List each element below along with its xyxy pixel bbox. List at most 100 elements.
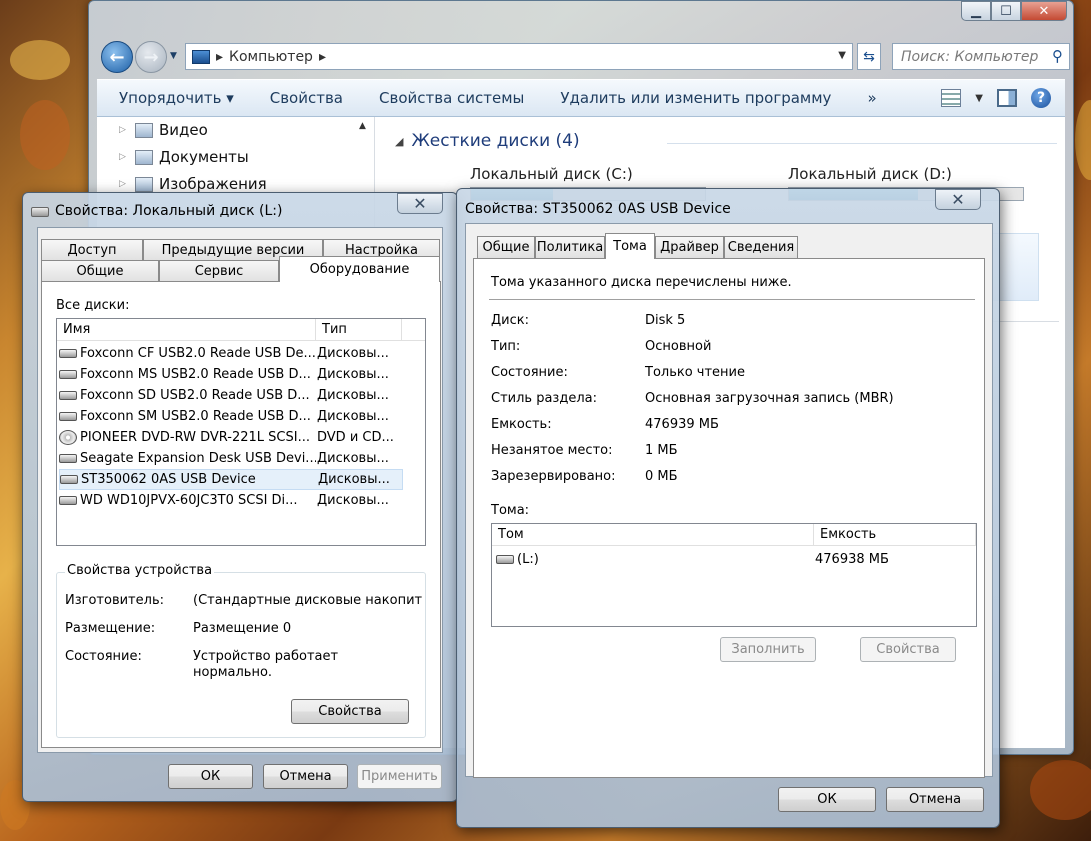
tree-item-label: Документы xyxy=(159,148,249,166)
breadcrumb-chevron-icon[interactable]: ▸ xyxy=(216,49,223,65)
address-dropdown-icon[interactable]: ▼ xyxy=(838,50,846,61)
capacity-label: Емкость: xyxy=(491,417,552,432)
wallpaper-leaf xyxy=(1075,100,1091,180)
drive-icon xyxy=(496,555,514,564)
tab-policies[interactable]: Политика xyxy=(535,236,605,258)
drive-icon xyxy=(59,349,77,358)
hardware-panel: Все диски: Имя Тип Foxconn CF USB2.0 Rea… xyxy=(41,281,441,748)
tab-details[interactable]: Сведения xyxy=(724,236,798,258)
ok-button[interactable]: ОК xyxy=(168,764,253,789)
scroll-up-icon[interactable]: ▲ xyxy=(359,121,366,131)
recent-pages-dropdown[interactable]: ▼ xyxy=(170,51,177,61)
ok-button[interactable]: ОК xyxy=(778,787,876,812)
drive-icon xyxy=(59,391,77,400)
disk-row[interactable]: Foxconn SM USB2.0 Reade USB D... Дисковы… xyxy=(59,406,403,427)
column-header-capacity[interactable]: Емкость xyxy=(814,524,976,546)
expand-icon[interactable]: ▷ xyxy=(119,125,129,135)
tree-item-videos[interactable]: ▷ Видео xyxy=(119,121,208,139)
search-icon[interactable]: ⚲ xyxy=(1052,47,1063,65)
breadcrumb-chevron-icon[interactable]: ▸ xyxy=(319,49,326,65)
disk-d-label[interactable]: Локальный диск (D:) xyxy=(788,165,952,183)
close-button[interactable]: ✕ xyxy=(397,193,443,214)
disk-c-label[interactable]: Локальный диск (C:) xyxy=(470,165,633,183)
manufacturer-value: (Стандартные дисковые накопит xyxy=(193,593,423,608)
disk-row-selected[interactable]: ST350062 0AS USB Device Дисковы... xyxy=(59,469,403,490)
group-title: Свойства устройства xyxy=(65,563,215,578)
device-properties-button[interactable]: Свойства xyxy=(291,699,409,724)
status-label: Состояние: xyxy=(491,365,568,380)
wallpaper-leaf xyxy=(1030,760,1091,820)
disk-label: Диск: xyxy=(491,313,529,328)
column-header-volume[interactable]: Том xyxy=(492,524,814,546)
disk-row[interactable]: Seagate Expansion Desk USB Devi... Диско… xyxy=(59,448,403,469)
hard-disks-group-header[interactable]: ◢ Жесткие диски (4) xyxy=(395,131,580,151)
system-properties-button[interactable]: Свойства системы xyxy=(379,89,524,107)
properties-button[interactable]: Свойства xyxy=(270,89,343,107)
disk-row-type: Дисковы... xyxy=(317,493,389,508)
view-dropdown-icon[interactable]: ▼ xyxy=(975,93,983,104)
tab-volumes[interactable]: Тома xyxy=(605,233,655,259)
breadcrumb-computer[interactable]: Компьютер xyxy=(229,49,313,65)
populate-button[interactable]: Заполнить xyxy=(720,637,816,662)
disk-row-name: Foxconn SD USB2.0 Reade USB D... xyxy=(80,388,310,403)
disk-row[interactable]: WD WD10JPVX-60JC3T0 SCSI Di... Дисковы..… xyxy=(59,490,403,511)
tree-item-pictures[interactable]: ▷ Изображения xyxy=(119,175,267,193)
unallocated-value: 1 МБ xyxy=(645,443,678,458)
tab-sharing[interactable]: Доступ xyxy=(41,239,143,261)
expand-icon[interactable]: ▷ xyxy=(119,179,129,189)
group-divider xyxy=(667,143,1057,144)
disk-list[interactable]: Имя Тип Foxconn CF USB2.0 Reade USB De..… xyxy=(56,318,426,546)
more-commands-button[interactable]: » xyxy=(867,89,876,107)
apply-button[interactable]: Применить xyxy=(357,764,442,789)
preview-pane-icon[interactable] xyxy=(997,89,1017,107)
column-header-type[interactable]: Тип xyxy=(316,319,402,341)
tab-general[interactable]: Общие xyxy=(477,236,535,258)
close-button[interactable]: ✕ xyxy=(935,189,981,210)
maximize-button[interactable]: ☐ xyxy=(991,1,1021,21)
disk-row[interactable]: Foxconn CF USB2.0 Reade USB De... Дисков… xyxy=(59,343,403,364)
expand-icon[interactable]: ▷ xyxy=(119,152,129,162)
back-button[interactable]: ← xyxy=(101,41,133,73)
minimize-button[interactable]: ▁ xyxy=(961,1,991,21)
disk-row-type: Дисковы... xyxy=(317,409,389,424)
disk-row[interactable]: Foxconn SD USB2.0 Reade USB D... Дисковы… xyxy=(59,385,403,406)
forward-button[interactable]: → xyxy=(135,41,167,73)
search-input[interactable]: Поиск: Компьютер ⚲ xyxy=(892,43,1070,70)
disk-row[interactable]: Foxconn MS USB2.0 Reade USB D... Дисковы… xyxy=(59,364,403,385)
disk-row-type: Дисковы... xyxy=(317,346,389,361)
disk-row-name: WD WD10JPVX-60JC3T0 SCSI Di... xyxy=(80,493,298,508)
change-view-icon[interactable] xyxy=(941,89,962,107)
drive-icon xyxy=(59,412,77,421)
organize-button[interactable]: Упорядочить ▾ xyxy=(119,89,234,107)
close-button[interactable]: ✕ xyxy=(1021,1,1067,21)
column-header-name[interactable]: Имя xyxy=(57,319,316,341)
tab-tools[interactable]: Сервис xyxy=(159,260,279,282)
cancel-button[interactable]: Отмена xyxy=(886,787,984,812)
refresh-button[interactable]: ⇆ xyxy=(857,43,881,70)
address-bar[interactable]: ▸ Компьютер ▸ ▼ xyxy=(185,43,853,70)
uninstall-program-button[interactable]: Удалить или изменить программу xyxy=(560,89,831,107)
capacity-value: 476939 МБ xyxy=(645,417,719,432)
disk-row-type: Дисковы... xyxy=(317,451,389,466)
disk-row-name: ST350062 0AS USB Device xyxy=(81,472,256,487)
location-label: Размещение: xyxy=(65,621,156,636)
collapse-icon[interactable]: ◢ xyxy=(395,135,403,148)
volumes-list[interactable]: Том Емкость (L:) 476938 МБ xyxy=(491,523,977,627)
wallpaper-leaf xyxy=(10,40,70,80)
tab-general[interactable]: Общие xyxy=(41,260,159,282)
manufacturer-label: Изготовитель: xyxy=(65,593,164,608)
disk-row-type: Дисковы... xyxy=(317,388,389,403)
help-icon[interactable]: ? xyxy=(1031,88,1051,108)
tab-hardware[interactable]: Оборудование xyxy=(279,256,440,282)
disk-row[interactable]: PIONEER DVD-RW DVR-221L SCSI... DVD и CD… xyxy=(59,427,403,448)
cancel-button[interactable]: Отмена xyxy=(263,764,348,789)
tab-driver[interactable]: Драйвер xyxy=(655,236,724,258)
divider xyxy=(489,299,975,300)
tree-item-documents[interactable]: ▷ Документы xyxy=(119,148,249,166)
pictures-folder-icon xyxy=(135,176,153,192)
partition-style-label: Стиль раздела: xyxy=(491,391,597,406)
volume-name: (L:) xyxy=(517,552,539,567)
volume-row[interactable]: (L:) 476938 МБ xyxy=(496,549,974,570)
volume-properties-button[interactable]: Свойства xyxy=(860,637,956,662)
arrow-left-icon: ← xyxy=(109,46,125,68)
